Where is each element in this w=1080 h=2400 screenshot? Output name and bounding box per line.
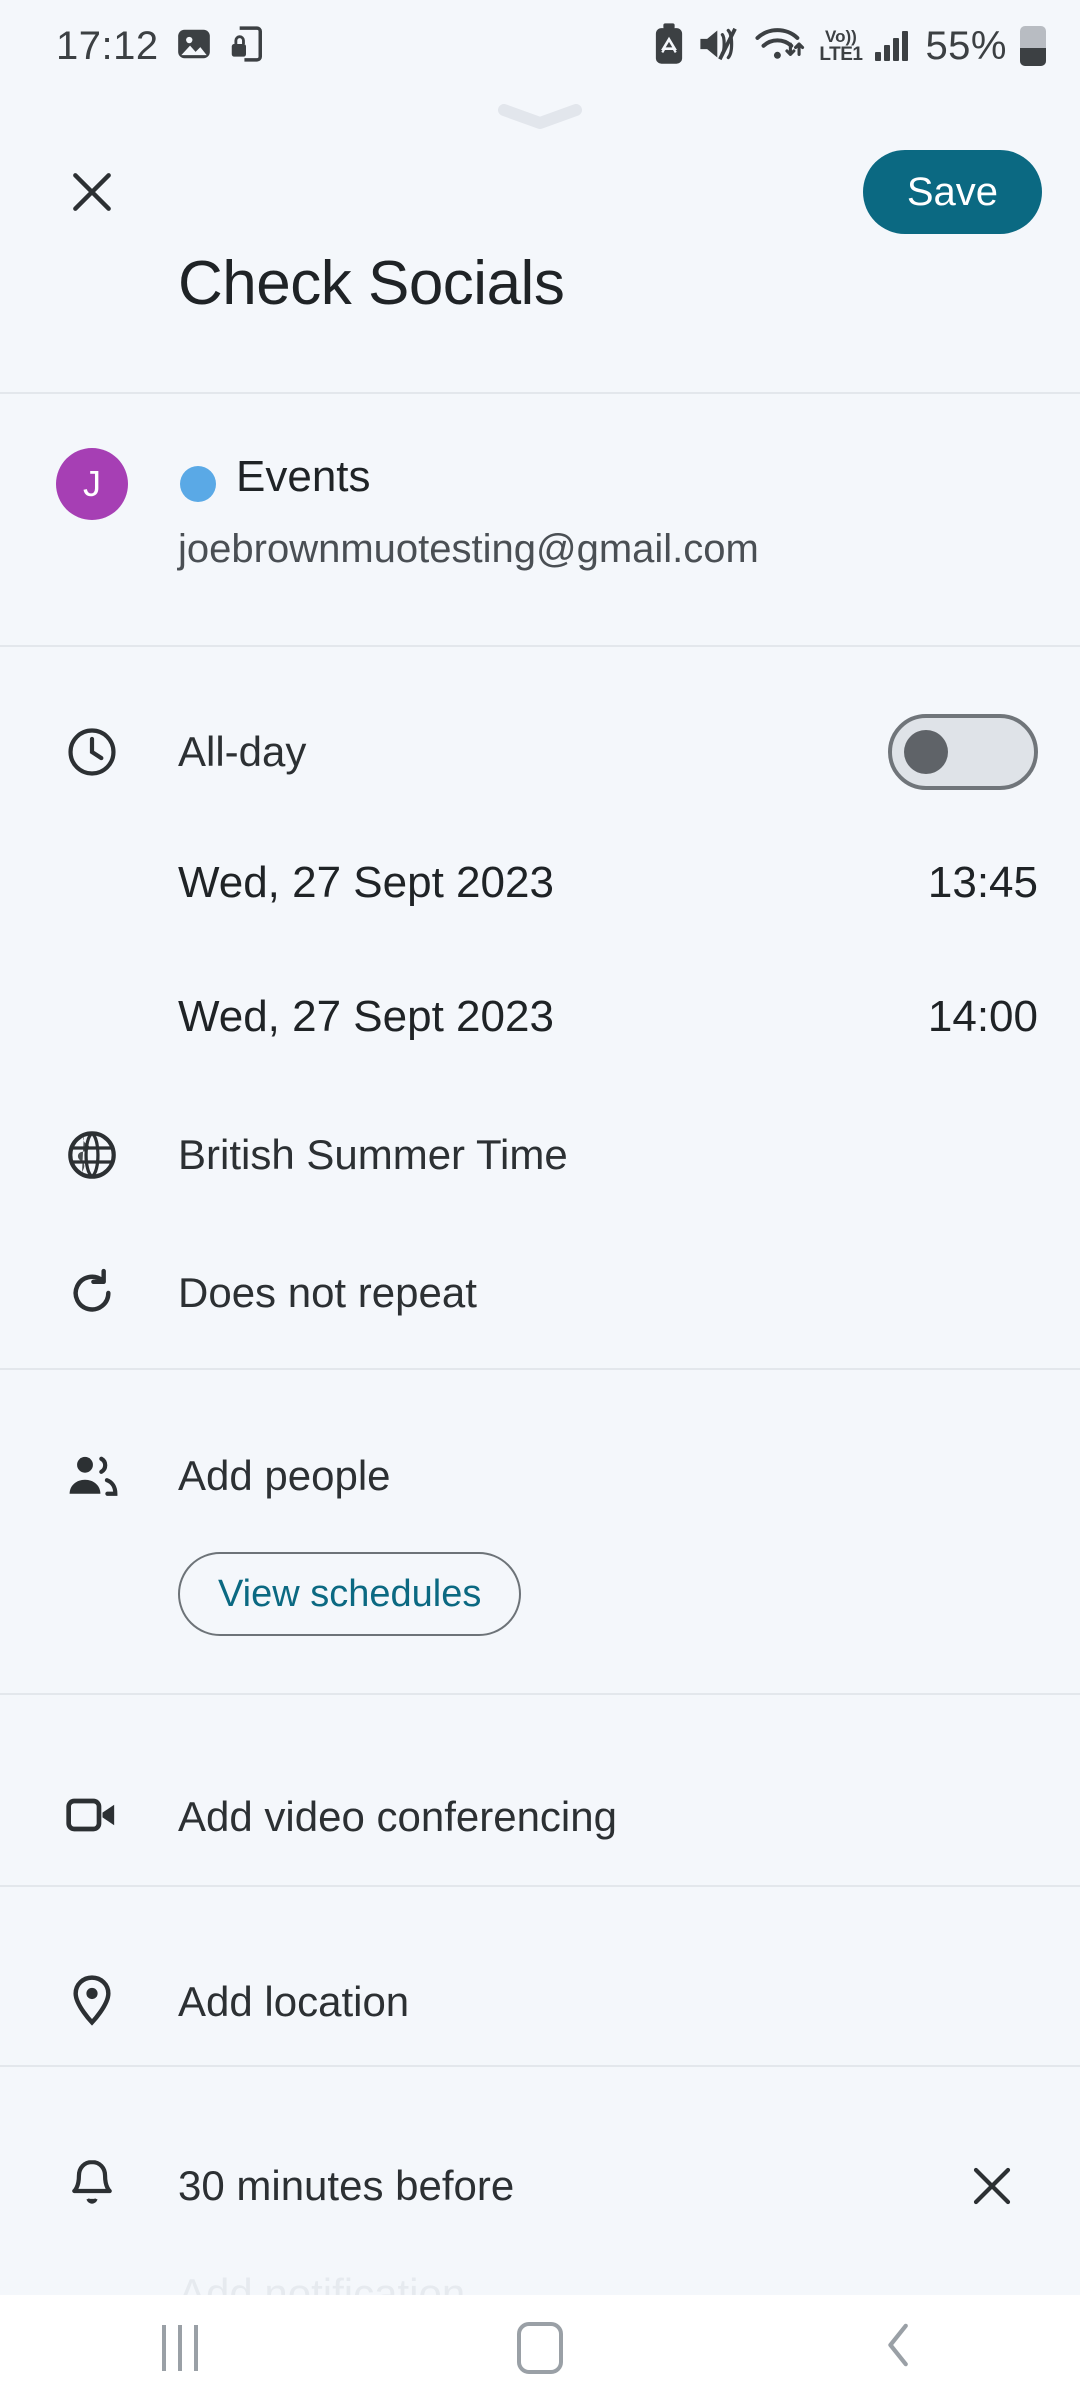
- close-icon: [73, 173, 111, 211]
- battery-percent: 55%: [925, 23, 1007, 68]
- back-icon: [877, 2319, 923, 2376]
- home-button[interactable]: [480, 2313, 600, 2383]
- start-time[interactable]: 13:45: [928, 858, 1038, 908]
- event-title[interactable]: Check Socials: [178, 248, 565, 319]
- calendar-color-dot: [180, 466, 216, 502]
- all-day-row[interactable]: All-day: [0, 700, 1080, 804]
- view-schedules-button[interactable]: View schedules: [178, 1552, 522, 1636]
- divider-account: [0, 645, 1080, 647]
- calendar-name: Events: [236, 452, 371, 501]
- start-date[interactable]: Wed, 27 Sept 2023: [178, 858, 554, 908]
- globe-icon: [56, 1119, 128, 1191]
- close-icon: [973, 2167, 1011, 2205]
- toggle-knob: [904, 730, 948, 774]
- add-people-label: Add people: [178, 1452, 391, 1499]
- repeat-row[interactable]: Does not repeat: [0, 1248, 1080, 1338]
- end-time[interactable]: 14:00: [928, 992, 1038, 1042]
- divider-people: [0, 1693, 1080, 1695]
- status-bar-right: Vo)) LTE1 55%: [654, 22, 1046, 70]
- video-camera-icon: [56, 1779, 128, 1851]
- add-people-row[interactable]: Add people: [0, 1428, 1080, 1524]
- people-icon: [56, 1440, 128, 1512]
- recents-button[interactable]: [120, 2313, 240, 2383]
- status-bar: 17:12 Vo)) LTE1 55%: [0, 0, 1080, 92]
- mute-vibrate-icon: [697, 24, 741, 69]
- photo-icon: [175, 25, 213, 68]
- remove-notification-button[interactable]: [956, 2150, 1028, 2222]
- clock-icon: [56, 716, 128, 788]
- volte-indicator: Vo)) LTE1: [819, 27, 863, 65]
- notification-row[interactable]: 30 minutes before: [0, 2110, 1080, 2260]
- all-day-label: All-day: [178, 728, 307, 775]
- divider-title: [0, 392, 1080, 394]
- end-date[interactable]: Wed, 27 Sept 2023: [178, 992, 554, 1042]
- start-datetime-row[interactable]: Wed, 27 Sept 2023 13:45: [0, 838, 1080, 928]
- signal-bars-icon: [875, 31, 909, 61]
- timezone-label: British Summer Time: [178, 1131, 568, 1178]
- android-navigation-bar: [0, 2295, 1080, 2400]
- account-email: joebrownmuotesting@gmail.com: [178, 527, 759, 571]
- divider-location: [0, 2065, 1080, 2067]
- all-day-toggle[interactable]: [888, 714, 1038, 790]
- home-icon: [517, 2321, 563, 2374]
- drag-handle-chevron-down-icon[interactable]: [496, 104, 584, 130]
- add-video-conferencing-row[interactable]: Add video conferencing: [0, 1745, 1080, 1885]
- save-button[interactable]: Save: [862, 150, 1042, 234]
- add-video-conferencing-label: Add video conferencing: [178, 1793, 617, 1840]
- close-button[interactable]: [50, 150, 134, 234]
- back-button[interactable]: [840, 2313, 960, 2383]
- recents-icon: [162, 2324, 198, 2371]
- repeat-icon: [56, 1257, 128, 1329]
- location-pin-icon: [56, 1964, 128, 2036]
- screen-lock-icon: [229, 25, 263, 68]
- add-location-label: Add location: [178, 1978, 410, 2025]
- bell-icon: [56, 2148, 128, 2220]
- timezone-row[interactable]: British Summer Time: [0, 1110, 1080, 1200]
- add-location-row[interactable]: Add location: [0, 1930, 1080, 2070]
- divider-video: [0, 1885, 1080, 1887]
- wifi-icon: [754, 23, 806, 70]
- notification-value: 30 minutes before: [178, 2162, 515, 2209]
- end-datetime-row[interactable]: Wed, 27 Sept 2023 14:00: [0, 972, 1080, 1062]
- status-bar-left: 17:12: [56, 24, 263, 69]
- divider-repeat: [0, 1368, 1080, 1370]
- top-bar: Save: [0, 140, 1080, 246]
- event-editor-screen: 17:12 Vo)) LTE1 55% Save Check Socials J…: [0, 0, 1080, 2400]
- repeat-label: Does not repeat: [178, 1269, 477, 1316]
- avatar: J: [56, 448, 128, 520]
- battery-saver-icon: [654, 22, 684, 70]
- clock: 17:12: [56, 23, 159, 68]
- battery-icon: [1020, 26, 1046, 66]
